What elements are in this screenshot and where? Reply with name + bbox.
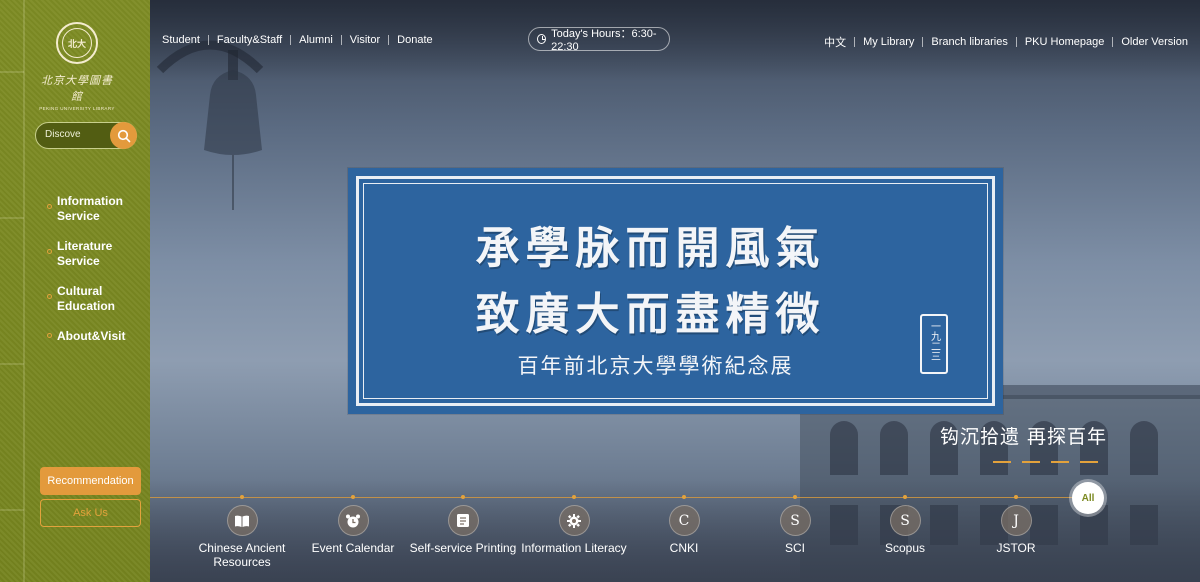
quick-link-scopus[interactable]: S Scopus (850, 495, 960, 555)
divider (1112, 37, 1114, 47)
recommendation-button[interactable]: Recommendation (40, 467, 141, 495)
nav-item-cultural-education[interactable]: Cultural Education (47, 284, 142, 314)
bullet-icon (47, 204, 52, 209)
logo-name-en: PEKING UNIVERSITY LIBRARY (39, 106, 115, 111)
quick-link-label: Scopus (884, 541, 926, 555)
all-quick-links-button[interactable]: All (1072, 482, 1104, 514)
tick-dot (682, 495, 686, 499)
link-donate[interactable]: Donate (397, 34, 432, 46)
logo-seal-char: 北大 (62, 28, 92, 58)
search-input[interactable] (45, 129, 105, 140)
logo-seal: 北大 (56, 22, 98, 64)
letter-s-icon: S (779, 505, 811, 536)
divider (290, 35, 292, 45)
link-student[interactable]: Student (162, 34, 200, 46)
tick-dot (1014, 495, 1018, 499)
link-branch-libraries[interactable]: Branch libraries (931, 36, 1007, 48)
tick-dot (351, 495, 355, 499)
link-visitor[interactable]: Visitor (350, 34, 380, 46)
tick-dot (903, 495, 907, 499)
divider (854, 37, 856, 47)
main-area: Student Faculty&Staff Alumni Visitor Don… (150, 0, 1200, 582)
divider (1015, 37, 1017, 47)
bullet-icon (47, 294, 52, 299)
tick-dot (793, 495, 797, 499)
divider (340, 35, 342, 45)
printer-icon (447, 505, 479, 536)
clock-icon (537, 34, 547, 44)
banner-title-line-1: 承學脉而開風氣 (475, 223, 826, 274)
quick-link-label: Information Literacy (521, 541, 627, 555)
quick-link-event-calendar[interactable]: Event Calendar (298, 495, 408, 555)
link-older-version[interactable]: Older Version (1121, 36, 1188, 48)
banner-subtitle: 百年前北京大學學術紀念展 (517, 354, 794, 378)
link-chinese[interactable]: 中文 (824, 34, 846, 50)
bullet-icon (47, 333, 52, 338)
letter-s-icon: S (889, 505, 921, 536)
sidebar-nav: Information Service Literature Service C… (47, 194, 142, 359)
dash (993, 461, 1011, 463)
quick-link-label: JSTOR (996, 541, 1036, 555)
nav-item-about-visit[interactable]: About&Visit (47, 329, 142, 344)
quick-link-jstor[interactable]: J JSTOR (961, 495, 1071, 555)
link-faculty-staff[interactable]: Faculty&Staff (217, 34, 282, 46)
alarm-clock-icon (337, 505, 369, 536)
todays-hours: Today's Hours：6:30-22:30 (528, 27, 670, 53)
nav-item-label: Information Service (57, 194, 123, 223)
utility-links: 中文 My Library Branch libraries PKU Homep… (824, 34, 1188, 50)
tagline-dashes (993, 461, 1098, 463)
search-button[interactable] (110, 122, 137, 149)
gear-icon (558, 505, 590, 536)
nav-item-information-service[interactable]: Information Service (47, 194, 142, 224)
stamp-text: 一九二三 (928, 321, 940, 361)
quick-link-label: CNKI (669, 541, 699, 555)
ask-us-button[interactable]: Ask Us (40, 499, 141, 527)
quick-link-cnki[interactable]: C CNKI (629, 495, 739, 555)
quick-link-information-literacy[interactable]: Information Literacy (519, 495, 629, 555)
search-icon (117, 129, 130, 142)
exhibition-banner[interactable]: 承學脉而開風氣 致廣大而盡精微 百年前北京大學學術紀念展 一九二三 (348, 168, 1003, 414)
divider (922, 37, 924, 47)
nav-item-label: Cultural Education (57, 284, 116, 313)
search-box (35, 122, 137, 149)
divider (207, 35, 209, 45)
tick-dot (572, 495, 576, 499)
link-pku-homepage[interactable]: PKU Homepage (1025, 36, 1105, 48)
quick-link-label: Chinese Ancient Resources (198, 541, 286, 569)
sidebar: 北大 北京大學圖書館 PEKING UNIVERSITY LIBRARY Inf… (0, 0, 150, 582)
quick-link-chinese-ancient-resources[interactable]: Chinese Ancient Resources (187, 495, 297, 569)
link-alumni[interactable]: Alumni (299, 34, 333, 46)
nav-item-label: About&Visit (57, 329, 126, 343)
banner-title-line-2: 致廣大而盡精微 (475, 289, 826, 340)
library-logo[interactable]: 北大 北京大學圖書館 PEKING UNIVERSITY LIBRARY (38, 22, 116, 111)
nav-item-literature-service[interactable]: Literature Service (47, 239, 142, 269)
dash (1080, 461, 1098, 463)
nav-item-label: Literature Service (57, 239, 113, 268)
dash (1022, 461, 1040, 463)
banner-date-stamp: 一九二三 (920, 314, 948, 374)
tick-dot (461, 495, 465, 499)
quick-link-self-service-printing[interactable]: Self-service Printing (408, 495, 518, 555)
bullet-icon (47, 249, 52, 254)
quick-link-label: Self-service Printing (409, 541, 517, 555)
banner-tagline: 钩沉拾遗 再探百年 (940, 426, 1108, 448)
link-my-library[interactable]: My Library (863, 36, 914, 48)
audience-links: Student Faculty&Staff Alumni Visitor Don… (162, 34, 433, 46)
quick-link-sci[interactable]: S SCI (740, 495, 850, 555)
tick-dot (240, 495, 244, 499)
letter-c-icon: C (668, 505, 700, 536)
logo-name-cn: 北京大學圖書館 (41, 74, 113, 103)
quick-link-label: Event Calendar (311, 541, 395, 555)
quick-link-label: SCI (784, 541, 805, 555)
hours-text: Today's Hours：6:30-22:30 (551, 28, 657, 53)
letter-j-icon: J (1000, 505, 1032, 536)
book-icon (226, 505, 258, 536)
dash (1051, 461, 1069, 463)
divider (388, 35, 390, 45)
